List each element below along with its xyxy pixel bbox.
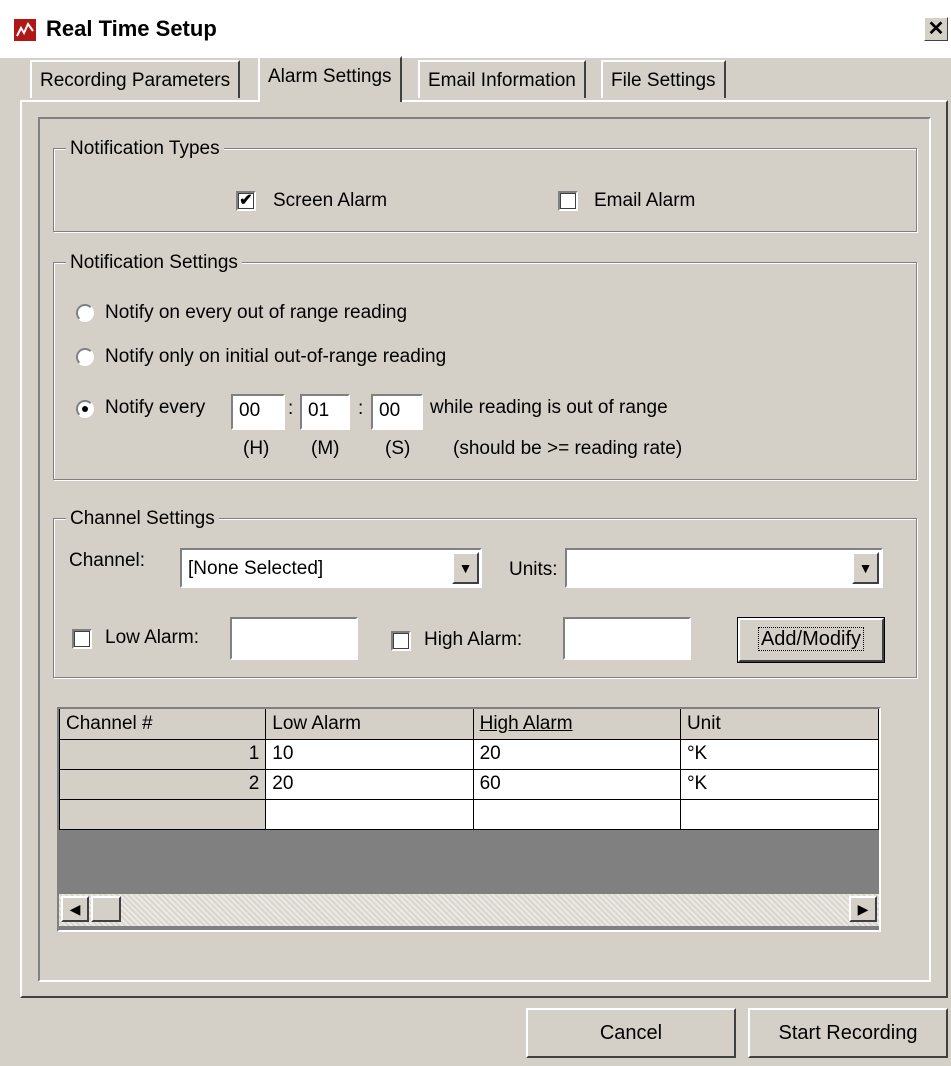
- radio-dot: [82, 406, 88, 412]
- radio-every-reading[interactable]: [76, 304, 94, 322]
- scroll-thumb[interactable]: [91, 896, 121, 922]
- radio-notify-every-label: Notify every: [105, 397, 206, 418]
- add-modify-label: Add/Modify: [757, 627, 865, 651]
- notification-settings-label: Notification Settings: [66, 252, 242, 274]
- units-dropdown-arrow-icon[interactable]: ▼: [852, 552, 879, 584]
- units-label: Units:: [509, 559, 558, 580]
- units-dropdown[interactable]: [565, 548, 883, 588]
- seconds-unit-label: (S): [385, 438, 411, 459]
- row-channel: 1: [59, 738, 267, 770]
- close-icon: ✕: [927, 18, 945, 40]
- notification-types-label: Notification Types: [66, 138, 224, 160]
- close-button[interactable]: ✕: [924, 17, 948, 41]
- colon: :: [288, 398, 294, 419]
- tab-alarm-settings[interactable]: Alarm Settings: [258, 56, 402, 102]
- colon: :: [358, 398, 364, 419]
- column-header[interactable]: Unit: [679, 709, 879, 740]
- tab-label: Alarm Settings: [268, 66, 392, 87]
- title-bar: Real Time Setup ✕: [0, 0, 951, 58]
- channel-settings-label: Channel Settings: [66, 508, 219, 530]
- tab-label: File Settings: [611, 70, 716, 91]
- tab-email-information[interactable]: Email Information: [418, 60, 586, 98]
- scroll-left-icon[interactable]: ◀: [61, 896, 89, 922]
- alarm-table: Channel # Low Alarm High Alarm Unit 1 10…: [59, 709, 879, 830]
- scroll-right-icon[interactable]: ▶: [849, 896, 877, 922]
- screen-alarm-checkbox[interactable]: ✔: [236, 191, 256, 211]
- low-alarm-checkbox[interactable]: [72, 629, 92, 649]
- row-low-alarm[interactable]: 10: [265, 738, 474, 770]
- row-unit[interactable]: °K: [679, 738, 879, 770]
- radio-every-reading-label: Notify on every out of range reading: [105, 302, 408, 323]
- tab-file-settings[interactable]: File Settings: [601, 60, 726, 98]
- cancel-label: Cancel: [599, 1022, 663, 1044]
- minutes-input[interactable]: 01: [300, 394, 350, 430]
- high-alarm-checkbox[interactable]: [391, 631, 411, 651]
- reading-rate-hint: (should be >= reading rate): [453, 438, 683, 459]
- radio-initial-reading-label: Notify only on initial out-of-range read…: [105, 346, 447, 367]
- cancel-button[interactable]: Cancel: [526, 1008, 736, 1058]
- row-unit[interactable]: [679, 798, 879, 830]
- window-title: Real Time Setup: [46, 16, 217, 41]
- row-low-alarm[interactable]: 20: [265, 768, 474, 800]
- screen-alarm-label: Screen Alarm: [273, 190, 388, 211]
- table-row-new[interactable]: [59, 798, 879, 830]
- alarm-grid[interactable]: Channel # Low Alarm High Alarm Unit 1 10…: [57, 707, 881, 932]
- channel-label: Channel:: [69, 550, 146, 571]
- notification-types-group: [53, 148, 917, 232]
- table-row[interactable]: 1 10 20 °K: [59, 738, 879, 770]
- email-alarm-label: Email Alarm: [594, 190, 696, 211]
- hours-unit-label: (H): [243, 438, 270, 459]
- horizontal-scrollbar[interactable]: ◀ ▶: [59, 894, 879, 926]
- hours-input[interactable]: 00: [231, 394, 285, 430]
- column-header-label: High Alarm: [479, 712, 573, 734]
- tab-label: Email Information: [428, 70, 576, 91]
- row-unit[interactable]: °K: [679, 768, 879, 800]
- low-alarm-label: Low Alarm:: [105, 627, 199, 648]
- row-high-alarm[interactable]: [472, 798, 681, 830]
- minutes-unit-label: (M): [311, 438, 340, 459]
- radio-initial-reading[interactable]: [76, 348, 94, 366]
- email-alarm-checkbox[interactable]: [558, 191, 578, 211]
- high-alarm-label: High Alarm:: [424, 629, 523, 650]
- checkmark-icon: ✔: [239, 192, 253, 209]
- out-of-range-suffix: while reading is out of range: [430, 397, 668, 418]
- row-channel: [59, 798, 267, 830]
- add-modify-button[interactable]: Add/Modify: [737, 617, 885, 663]
- high-alarm-input[interactable]: [563, 617, 691, 660]
- row-high-alarm[interactable]: 20: [472, 738, 681, 770]
- start-recording-button[interactable]: Start Recording: [748, 1008, 948, 1058]
- column-header[interactable]: High Alarm: [472, 709, 681, 740]
- tab-recording-parameters[interactable]: Recording Parameters: [30, 60, 241, 98]
- row-low-alarm[interactable]: [265, 798, 474, 830]
- row-high-alarm[interactable]: 60: [472, 768, 681, 800]
- app-icon: [14, 19, 36, 41]
- column-header[interactable]: Low Alarm: [265, 709, 474, 740]
- low-alarm-input[interactable]: [230, 617, 358, 660]
- channel-dropdown-arrow-icon[interactable]: ▼: [452, 552, 479, 584]
- table-header-row: Channel # Low Alarm High Alarm Unit: [59, 709, 879, 740]
- tab-label: Recording Parameters: [40, 70, 231, 91]
- channel-dropdown[interactable]: [None Selected]: [180, 548, 482, 588]
- start-recording-label: Start Recording: [778, 1022, 918, 1044]
- row-channel: 2: [59, 768, 267, 800]
- channel-dropdown-value: [None Selected]: [188, 558, 324, 579]
- table-row[interactable]: 2 20 60 °K: [59, 768, 879, 800]
- column-header[interactable]: Channel #: [59, 709, 267, 740]
- seconds-input[interactable]: 00: [371, 394, 423, 430]
- radio-notify-every[interactable]: [76, 400, 94, 418]
